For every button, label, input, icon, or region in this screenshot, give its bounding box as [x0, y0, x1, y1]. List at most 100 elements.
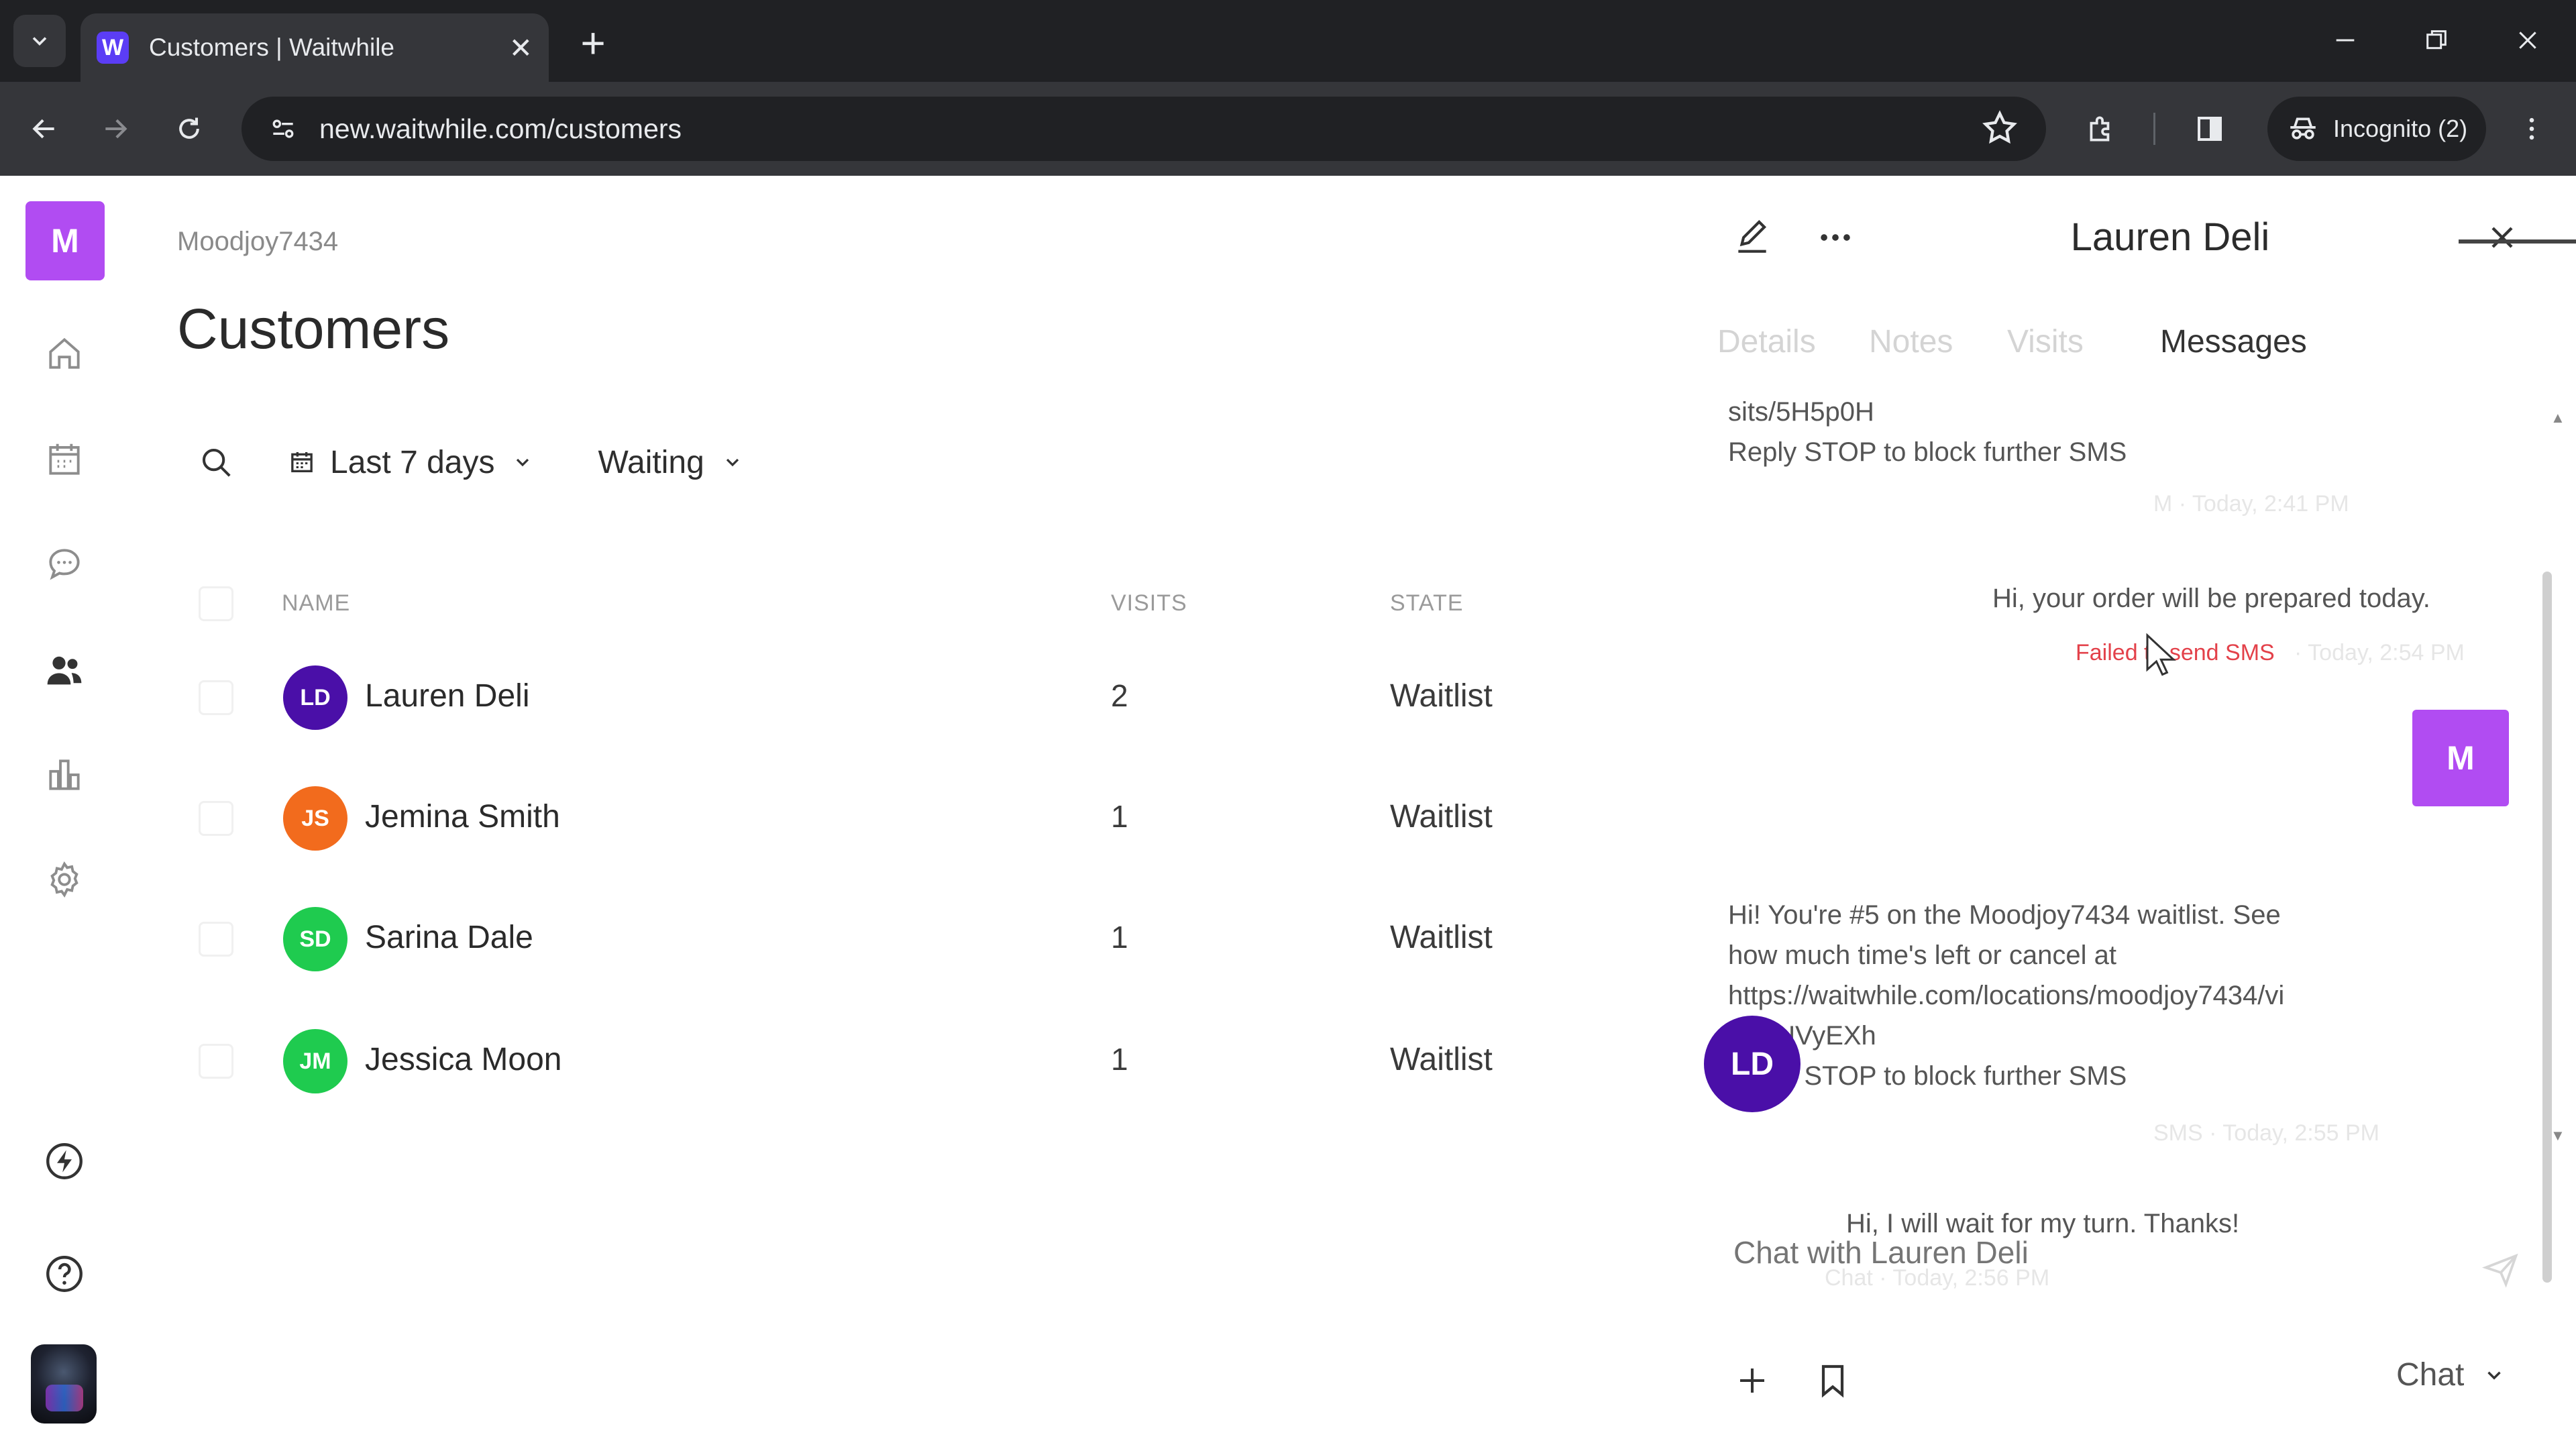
message-text: Reply STOP to block further SMS [1728, 437, 2127, 467]
waitwhile-app: M Moodjoy7434 Customers Last 7 days Wait… [0, 176, 2576, 1449]
side-panel-icon[interactable] [2184, 103, 2235, 154]
help-icon[interactable] [37, 1246, 92, 1301]
customer-visits: 1 [1111, 1042, 1128, 1077]
chevron-down-icon [726, 458, 739, 467]
waitwhile-favicon-icon: W [97, 32, 129, 64]
message-meta: · Today, 2:54 PM [2294, 640, 2465, 665]
incognito-profile-button[interactable]: Incognito (2) [2267, 97, 2486, 161]
browser-tab-strip: W Customers | Waitwhile ✕ + [0, 0, 2576, 82]
row-checkbox[interactable] [199, 922, 233, 957]
customer-state: Waitlist [1390, 1042, 1493, 1077]
browser-tab-title: Customers | Waitwhile [149, 34, 394, 61]
customer-name: Jemina Smith [365, 799, 560, 835]
state-filter-dropdown[interactable]: Waiting [598, 444, 743, 481]
browser-tab-customers[interactable]: W Customers | Waitwhile ✕ [80, 13, 549, 82]
reload-button[interactable] [164, 103, 215, 154]
customers-page: Moodjoy7434 Customers Last 7 days Waitin… [177, 176, 1680, 1449]
select-all-checkbox[interactable] [199, 586, 233, 621]
page-title: Customers [177, 297, 450, 360]
scroll-up-icon[interactable]: ▲ [2551, 409, 2565, 427]
arrow-right-icon [105, 119, 127, 139]
customers-icon[interactable] [37, 643, 92, 698]
scroll-down-icon[interactable]: ▼ [2551, 1127, 2565, 1144]
reload-icon [179, 117, 199, 139]
row-checkbox[interactable] [199, 801, 233, 836]
customer-state: Waitlist [1390, 799, 1493, 835]
extensions-puzzle-icon[interactable] [2076, 103, 2127, 154]
table-row[interactable]: JS Jemina Smith 1 Waitlist [177, 757, 1653, 877]
avatar: JS [283, 786, 347, 851]
incognito-icon [2290, 117, 2316, 140]
chat-input[interactable] [1733, 1222, 2471, 1283]
search-icon[interactable] [196, 442, 236, 482]
back-button[interactable] [19, 103, 70, 154]
site-settings-icon[interactable] [251, 97, 315, 161]
forward-button[interactable] [90, 103, 141, 154]
close-tab-icon[interactable]: ✕ [509, 32, 533, 64]
customer-visits: 2 [1111, 678, 1128, 713]
bookmark-icon[interactable] [1806, 1354, 1860, 1407]
channel-dropdown[interactable]: Chat [2396, 1356, 2506, 1393]
home-icon[interactable] [37, 326, 92, 381]
browser-menu-icon[interactable] [2506, 103, 2557, 154]
column-header-name[interactable]: NAME [282, 590, 350, 616]
arrow-left-icon [32, 119, 54, 139]
sidebar: M [0, 176, 127, 1449]
close-window-icon[interactable] [2494, 13, 2561, 67]
user-profile-avatar[interactable] [31, 1344, 97, 1424]
date-range-label: Last 7 days [330, 444, 495, 480]
row-checkbox[interactable] [199, 1044, 233, 1079]
address-bar[interactable]: new.waitwhile.com/customers [241, 97, 2046, 161]
organization-avatar[interactable]: M [25, 201, 105, 280]
message-meta: M · Today, 2:41 PM [2153, 491, 2349, 517]
state-filter-label: Waiting [598, 444, 704, 480]
calendar-icon [291, 452, 313, 472]
message-text: sits/5H5p0H [1728, 397, 1874, 427]
message-text: Hi! You're #5 on the Moodjoy7434 waitlis… [1728, 900, 2281, 930]
new-tab-button[interactable]: + [569, 19, 617, 67]
message-meta: SMS · Today, 2:55 PM [2153, 1120, 2379, 1146]
send-icon[interactable] [2474, 1242, 2528, 1296]
sender-avatar: M [2412, 710, 2509, 806]
row-checkbox[interactable] [199, 680, 233, 715]
minimize-window-icon[interactable] [2312, 13, 2379, 67]
settings-icon[interactable] [37, 852, 92, 907]
browser-toolbar: new.waitwhile.com/customers Incognito (2… [0, 82, 2576, 176]
restore-window-icon[interactable] [2403, 13, 2470, 67]
toolbar-divider [2153, 113, 2155, 145]
incognito-label: Incognito (2) [2333, 115, 2468, 142]
customer-name: Jessica Moon [365, 1042, 562, 1077]
filter-bar: Last 7 days Waiting [196, 432, 743, 492]
message-link-text[interactable]: https://waitwhile.com/locations/moodjoy7… [1728, 975, 2284, 1016]
avatar: JM [283, 1029, 347, 1093]
channel-label: Chat [2396, 1357, 2465, 1393]
customer-detail-panel: Lauren Deli Details Notes Visits Message… [1690, 176, 2576, 1449]
table-row[interactable]: LD Lauren Deli 2 Waitlist [177, 636, 1653, 757]
add-icon[interactable] [1725, 1354, 1779, 1407]
table-header: NAME VISITS STATE [177, 572, 1653, 636]
mouse-cursor-icon [2145, 633, 2178, 681]
column-header-visits[interactable]: VISITS [1111, 590, 1187, 616]
customer-visits: 1 [1111, 920, 1128, 955]
column-header-state[interactable]: STATE [1390, 590, 1464, 616]
customer-visits: 1 [1111, 799, 1128, 834]
avatar: SD [283, 907, 347, 971]
analytics-icon[interactable] [37, 747, 92, 802]
calendar-icon[interactable] [37, 432, 92, 487]
message-scrollbar[interactable] [2542, 572, 2552, 1283]
avatar: LD [283, 665, 347, 730]
message-text: Hi, your order will be prepared today. [1992, 584, 2430, 613]
chevron-down-icon [517, 458, 529, 467]
customer-avatar: LD [1704, 1016, 1801, 1112]
table-row[interactable]: SD Sarina Dale 1 Waitlist [177, 877, 1653, 998]
customer-name: Sarina Dale [365, 920, 533, 955]
date-range-dropdown[interactable]: Last 7 days [288, 444, 533, 481]
lightning-icon[interactable] [37, 1134, 92, 1189]
tab-search-button[interactable] [13, 15, 66, 67]
bookmark-star-icon[interactable] [1980, 109, 2019, 151]
chat-bubble-icon[interactable] [37, 537, 92, 592]
breadcrumb[interactable]: Moodjoy7434 [177, 227, 338, 257]
url-text: new.waitwhile.com/customers [319, 113, 682, 144]
message-text: how much time's left or cancel at [1728, 941, 2116, 970]
table-row[interactable]: JM Jessica Moon 1 Waitlist [177, 1000, 1653, 1120]
